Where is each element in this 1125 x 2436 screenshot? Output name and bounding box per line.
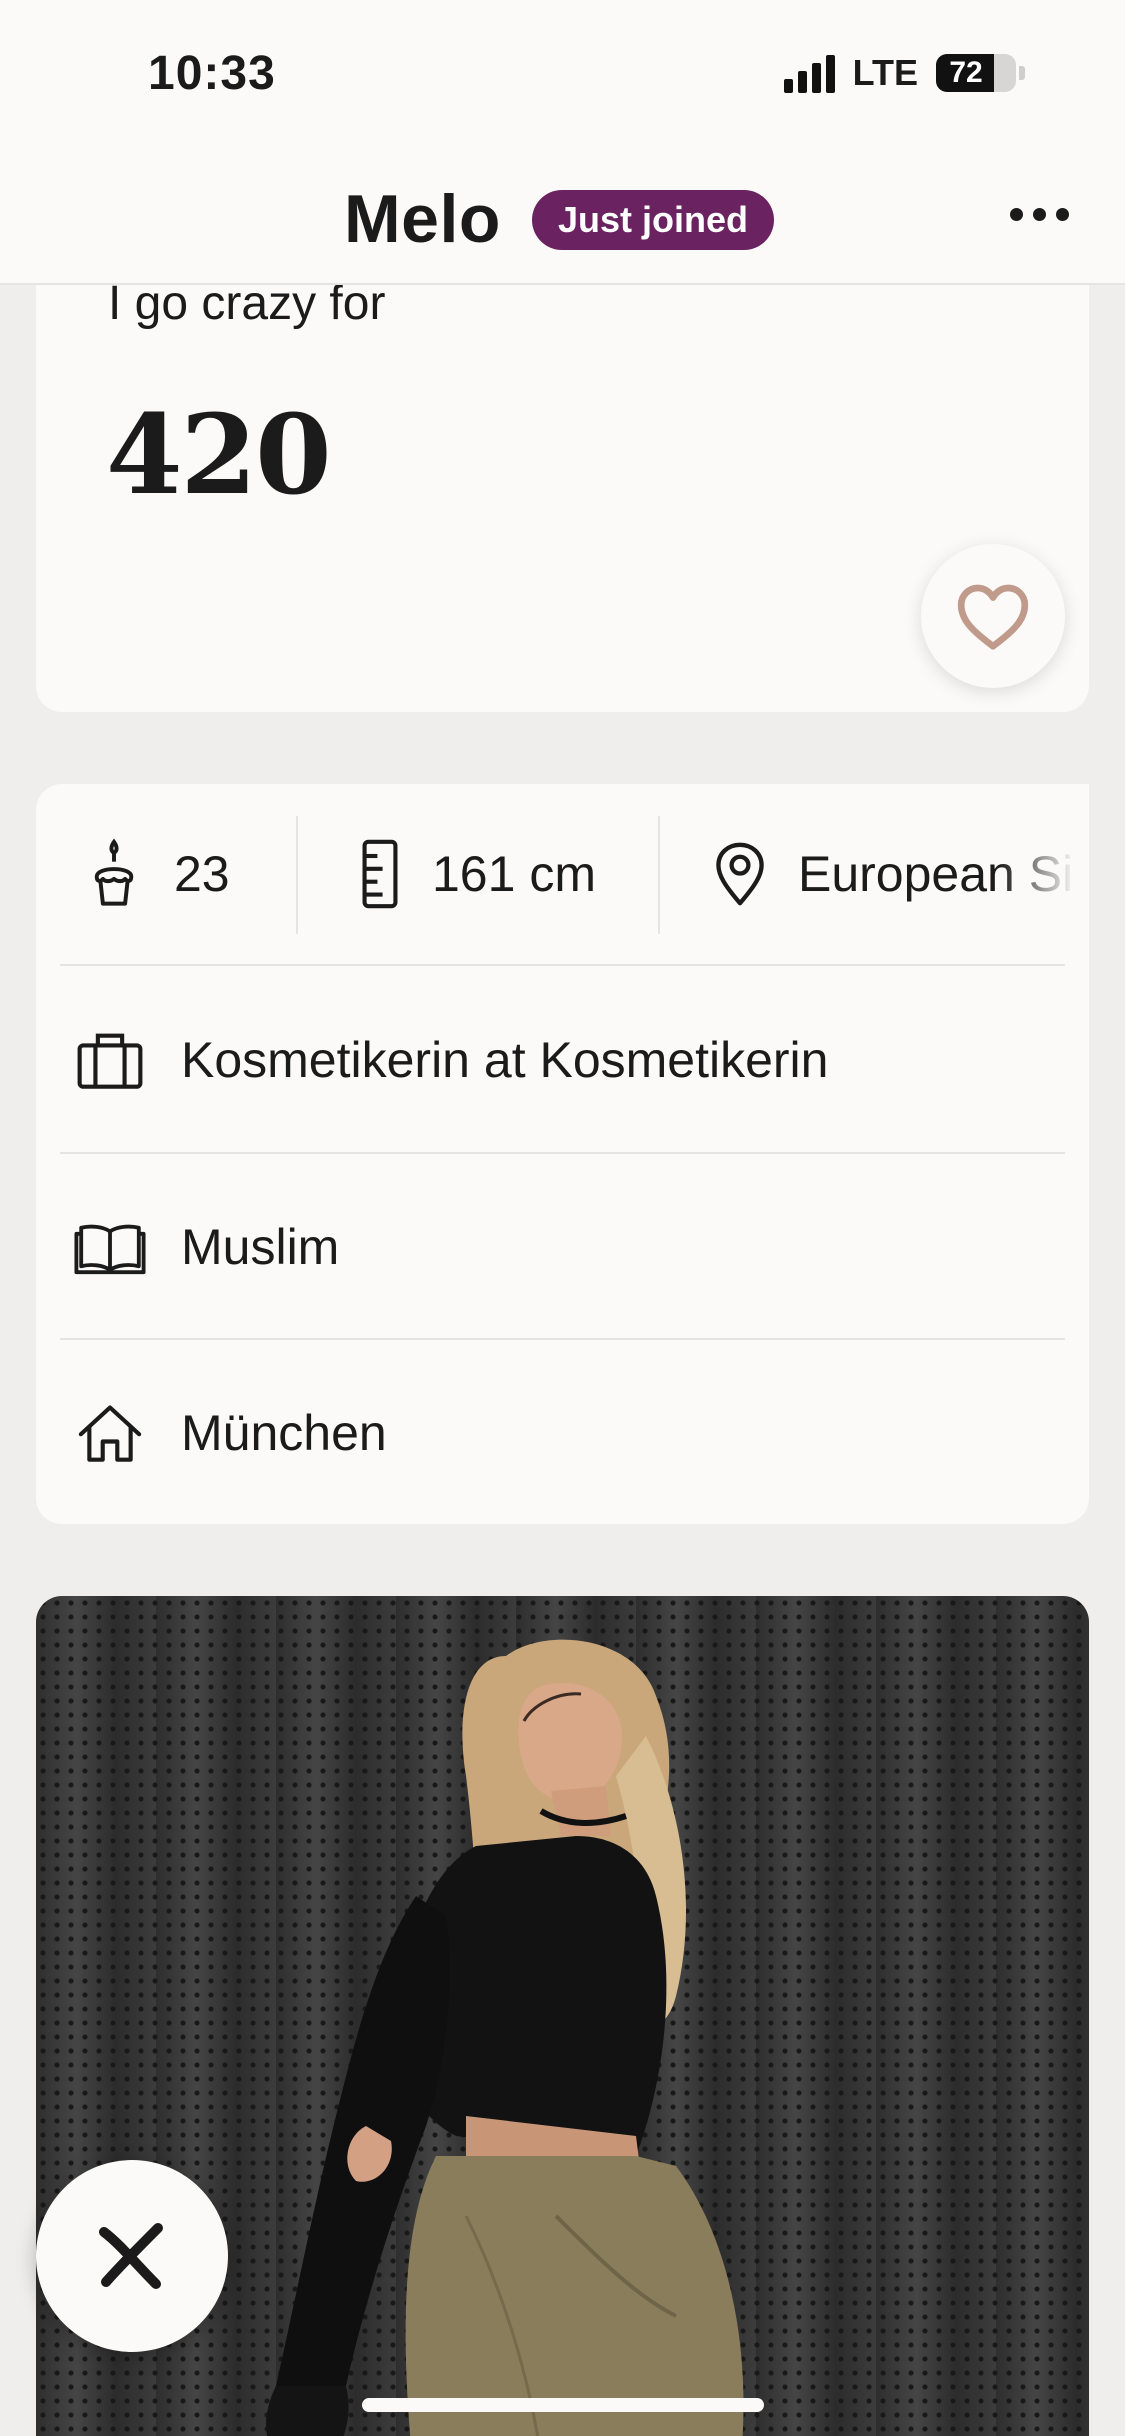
job-label: Kosmetikerin at Kosmetikerin	[181, 1032, 829, 1088]
cake-icon	[94, 838, 134, 906]
status-indicators: LTE 72	[783, 52, 1025, 94]
height-value: 161 cm	[432, 846, 596, 902]
profile-header: Melo Just joined	[0, 150, 1125, 285]
pass-button[interactable]	[36, 2160, 228, 2352]
signal-icon	[783, 53, 835, 93]
age-chip: 23	[84, 784, 230, 964]
battery-level: 72	[949, 56, 983, 89]
book-icon	[74, 1224, 146, 1275]
vitals-row[interactable]: 23 161 cm European Si	[36, 784, 1089, 964]
more-horizontal-icon	[1010, 208, 1023, 221]
heart-icon	[957, 584, 1029, 650]
hometown-row: München	[36, 1340, 1089, 1526]
religion-row: Muslim	[36, 1154, 1089, 1340]
home-indicator[interactable]	[362, 2398, 764, 2412]
map-pin-icon	[716, 842, 764, 906]
like-button[interactable]	[921, 544, 1065, 688]
close-icon	[99, 2223, 163, 2289]
job-row: Kosmetikerin at Kosmetikerin	[36, 967, 1089, 1153]
ruler-icon	[362, 839, 398, 909]
religion-label: Muslim	[181, 1219, 340, 1275]
battery-icon: 72	[936, 54, 1025, 92]
hometown-label: München	[181, 1405, 387, 1461]
status-time: 10:33	[148, 47, 276, 100]
more-options-button[interactable]	[1010, 208, 1069, 221]
just-joined-badge: Just joined	[532, 190, 775, 250]
profile-name: Melo	[344, 181, 501, 257]
age-value: 23	[174, 846, 230, 902]
home-icon	[78, 1405, 142, 1462]
info-card: 23 161 cm European Si Kosmetikerin at Ko…	[36, 784, 1089, 1524]
briefcase-icon	[77, 1033, 143, 1089]
status-bar: 10:33 LTE 72	[0, 0, 1125, 150]
network-label: LTE	[852, 52, 918, 93]
prompt-answer: 420	[106, 390, 332, 519]
height-chip: 161 cm	[358, 784, 596, 964]
